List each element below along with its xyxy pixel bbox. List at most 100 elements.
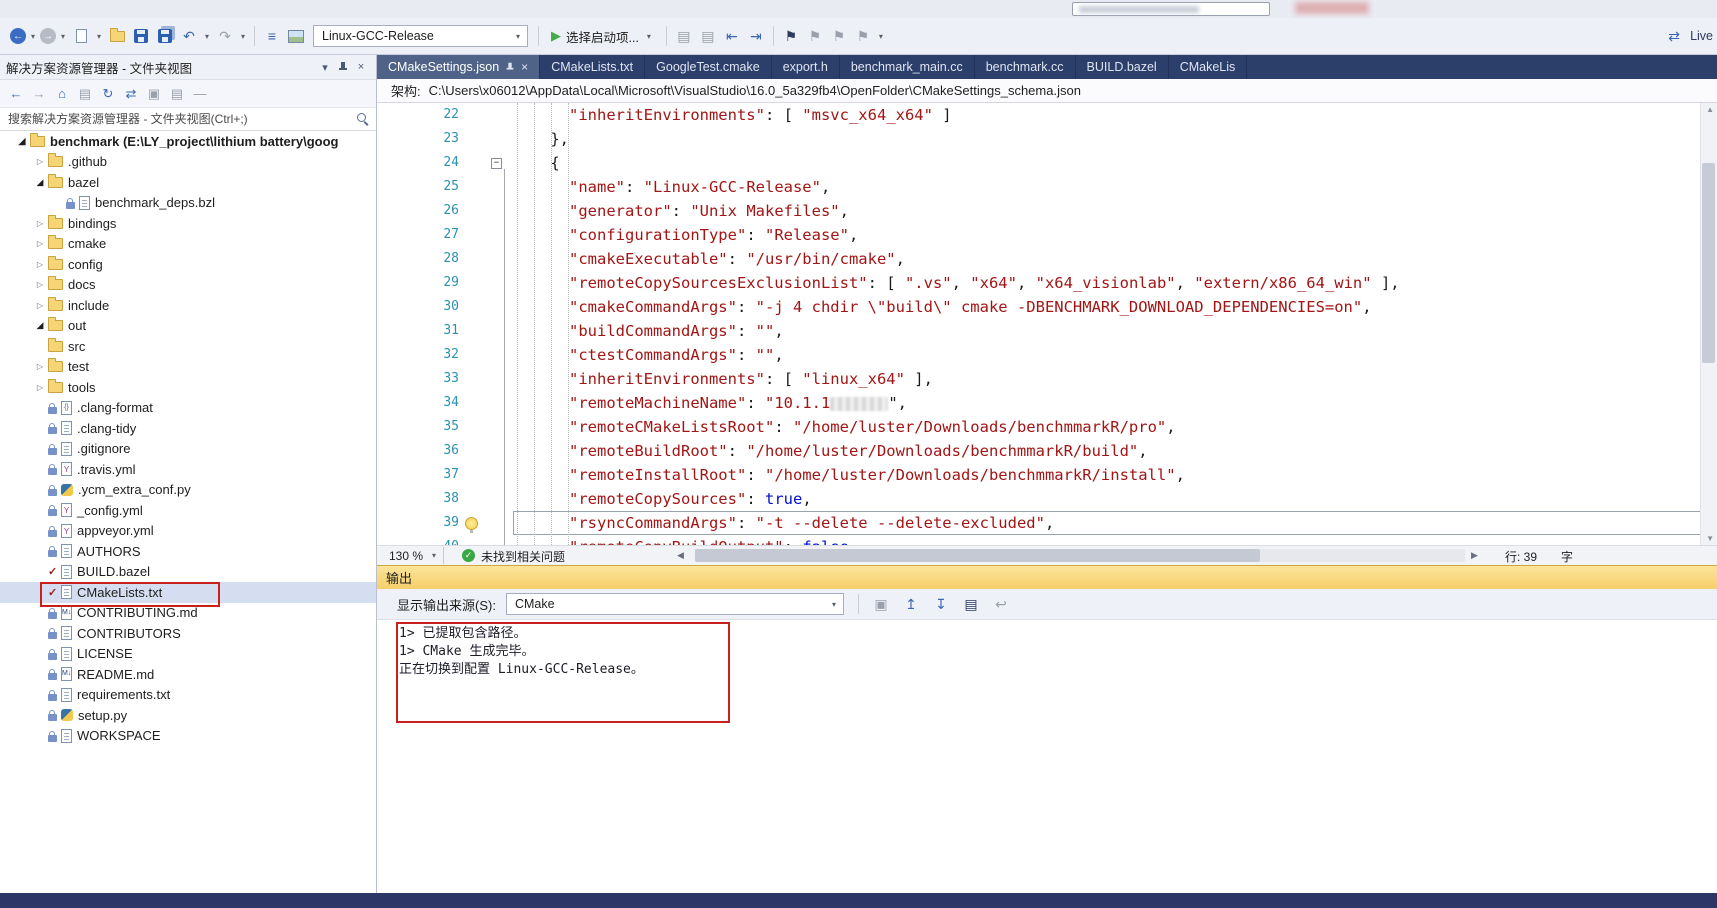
code-line[interactable]: 28 "cmakeExecutable": "/usr/bin/cmake",: [377, 247, 1717, 271]
expand-arrow-icon[interactable]: ▷: [32, 260, 48, 269]
screenshot-icon[interactable]: [285, 25, 307, 47]
code-line[interactable]: 27 "configurationType": "Release",: [377, 223, 1717, 247]
breakpoint-margin[interactable]: [377, 511, 425, 535]
code-line[interactable]: 24 − {: [377, 151, 1717, 175]
collapse-all-icon[interactable]: ▣: [144, 84, 164, 104]
tree-item-test[interactable]: ▷ test: [0, 357, 376, 378]
search-input[interactable]: [0, 108, 376, 130]
tree-item-config[interactable]: ▷ config: [0, 254, 376, 275]
collapse-arrow-icon[interactable]: ◢: [32, 177, 48, 188]
undo-icon[interactable]: ↶: [178, 25, 200, 47]
close-icon[interactable]: ×: [521, 60, 528, 74]
breakpoint-margin[interactable]: [377, 343, 425, 367]
breakpoint-margin[interactable]: [377, 415, 425, 439]
breakpoint-margin[interactable]: [377, 199, 425, 223]
tab-export-h[interactable]: export.h: [772, 55, 840, 79]
tree-item-contributing-md[interactable]: CONTRIBUTING.md: [0, 603, 376, 624]
previous-bookmark-icon[interactable]: ⚑: [804, 25, 826, 47]
toggle-word-wrap-icon[interactable]: ↩: [989, 593, 1013, 615]
code-editor[interactable]: 22 "inheritEnvironments": [ "msvc_x64_x6…: [377, 103, 1717, 545]
code-line[interactable]: 29 "remoteCopySourcesExclusionList": [ "…: [377, 271, 1717, 295]
find-message-icon[interactable]: ▣: [869, 593, 893, 615]
breakpoint-margin[interactable]: [377, 247, 425, 271]
editor-horizontal-scrollbar[interactable]: [695, 549, 1465, 562]
tree-item-benchmark-deps-bzl[interactable]: benchmark_deps.bzl: [0, 193, 376, 214]
go-to-previous-message-icon[interactable]: ↥: [899, 593, 923, 615]
search-icon[interactable]: [357, 113, 366, 122]
navigate-forward-icon[interactable]: →: [40, 28, 56, 44]
expand-arrow-icon[interactable]: ▷: [32, 362, 48, 371]
close-icon[interactable]: ×: [352, 58, 370, 76]
live-share-button[interactable]: ⇄ Live: [1663, 25, 1717, 47]
tree-item-bindings[interactable]: ▷ bindings: [0, 213, 376, 234]
tree-item-benchmark-e-ly-project-lithium-battery-goog[interactable]: ◢ benchmark (E:\LY_project\lithium batter…: [0, 131, 376, 152]
breakpoint-margin[interactable]: [377, 319, 425, 343]
home-icon[interactable]: ⌂: [52, 84, 72, 104]
undo-dropdown-icon[interactable]: ▾: [202, 32, 212, 41]
clear-bookmarks-icon[interactable]: ⚑: [852, 25, 874, 47]
code-line[interactable]: 36 "remoteBuildRoot": "/home/luster/Down…: [377, 439, 1717, 463]
breakpoint-margin[interactable]: [377, 151, 425, 175]
tree-item-clang-tidy[interactable]: .clang-tidy: [0, 418, 376, 439]
code-line[interactable]: 33 "inheritEnvironments": [ "linux_x64" …: [377, 367, 1717, 391]
tab-googletest-cmake[interactable]: GoogleTest.cmake: [645, 55, 772, 79]
redo-icon[interactable]: ↷: [214, 25, 236, 47]
save-icon[interactable]: [130, 25, 152, 47]
code-line[interactable]: 31 "buildCommandArgs": "",: [377, 319, 1717, 343]
code-line[interactable]: 34 "remoteMachineName": "10.1.1 ",: [377, 391, 1717, 415]
code-line[interactable]: 35 "remoteCMakeListsRoot": "/home/luster…: [377, 415, 1717, 439]
schema-path-combo[interactable]: C:\Users\x06012\AppData\Local\Microsoft\…: [429, 83, 1081, 98]
expand-arrow-icon[interactable]: ▷: [32, 280, 48, 289]
navigate-backward-dropdown-icon[interactable]: ▾: [28, 32, 38, 41]
collapse-arrow-icon[interactable]: ◢: [32, 320, 48, 331]
code-line[interactable]: 39 "rsyncCommandArgs": "-t --delete --de…: [377, 511, 1717, 535]
breakpoint-margin[interactable]: [377, 367, 425, 391]
code-line[interactable]: 37 "remoteInstallRoot": "/home/luster/Do…: [377, 463, 1717, 487]
lightbulb-icon[interactable]: [459, 511, 483, 535]
expand-arrow-icon[interactable]: ▷: [32, 239, 48, 248]
tree-item-license[interactable]: LICENSE: [0, 644, 376, 665]
breakpoint-margin[interactable]: [377, 391, 425, 415]
tab-benchmark-cc[interactable]: benchmark.cc: [975, 55, 1076, 79]
pin-icon[interactable]: [506, 62, 515, 72]
tree-item-build-bazel[interactable]: ✓ BUILD.bazel: [0, 562, 376, 583]
start-button[interactable]: ▶ 选择启动项... ▾: [545, 27, 660, 46]
breakpoint-margin[interactable]: [377, 271, 425, 295]
switch-views-icon[interactable]: ▤: [75, 84, 95, 104]
clear-all-icon[interactable]: ▤: [959, 593, 983, 615]
tree-item-out[interactable]: ◢ out: [0, 316, 376, 337]
sync-with-active-document-icon[interactable]: ⇄: [121, 84, 141, 104]
tree-item-ycm-extra-conf-py[interactable]: .ycm_extra_conf.py: [0, 480, 376, 501]
tree-item-setup-py[interactable]: setup.py: [0, 705, 376, 726]
code-line[interactable]: 40 "remoteCopyBuildOutput": false,: [377, 535, 1717, 545]
list-members-icon[interactable]: ≡: [261, 25, 283, 47]
breakpoint-margin[interactable]: [377, 223, 425, 247]
navigate-forward-icon[interactable]: →: [29, 84, 49, 104]
tab-benchmark-main-cc[interactable]: benchmark_main.cc: [840, 55, 975, 79]
expand-arrow-icon[interactable]: ▷: [32, 383, 48, 392]
fold-box-glyph[interactable]: −: [491, 157, 502, 169]
tree-item-contributors[interactable]: CONTRIBUTORS: [0, 623, 376, 644]
breakpoint-margin[interactable]: [377, 127, 425, 151]
breakpoint-margin[interactable]: [377, 535, 425, 545]
profiler-icon[interactable]: ▤: [697, 25, 719, 47]
quick-search-box[interactable]: [1072, 2, 1270, 16]
refresh-icon[interactable]: ↻: [98, 84, 118, 104]
tree-item-config-yml[interactable]: _config.yml: [0, 500, 376, 521]
tab-cmakelis[interactable]: CMakeLis: [1169, 55, 1248, 79]
tree-item-include[interactable]: ▷ include: [0, 295, 376, 316]
tab-cmakelists-txt[interactable]: CMakeLists.txt: [540, 55, 646, 79]
tree-item-tools[interactable]: ▷ tools: [0, 377, 376, 398]
breakpoint-margin[interactable]: [377, 463, 425, 487]
navigate-forward-dropdown-icon[interactable]: ▾: [58, 32, 68, 41]
redo-dropdown-icon[interactable]: ▾: [238, 32, 248, 41]
zoom-select[interactable]: 130 % ▾: [385, 547, 445, 564]
output-source-combo[interactable]: CMake ▾: [505, 593, 844, 615]
tree-item-src[interactable]: src: [0, 336, 376, 357]
window-position-icon[interactable]: ▾: [316, 58, 334, 76]
tree-item-readme-md[interactable]: README.md: [0, 664, 376, 685]
new-file-dropdown-icon[interactable]: ▾: [94, 32, 104, 41]
code-line[interactable]: 22 "inheritEnvironments": [ "msvc_x64_x6…: [377, 103, 1717, 127]
attach-icon[interactable]: ▤: [673, 25, 695, 47]
scroll-up-icon[interactable]: ▲: [1706, 105, 1714, 114]
